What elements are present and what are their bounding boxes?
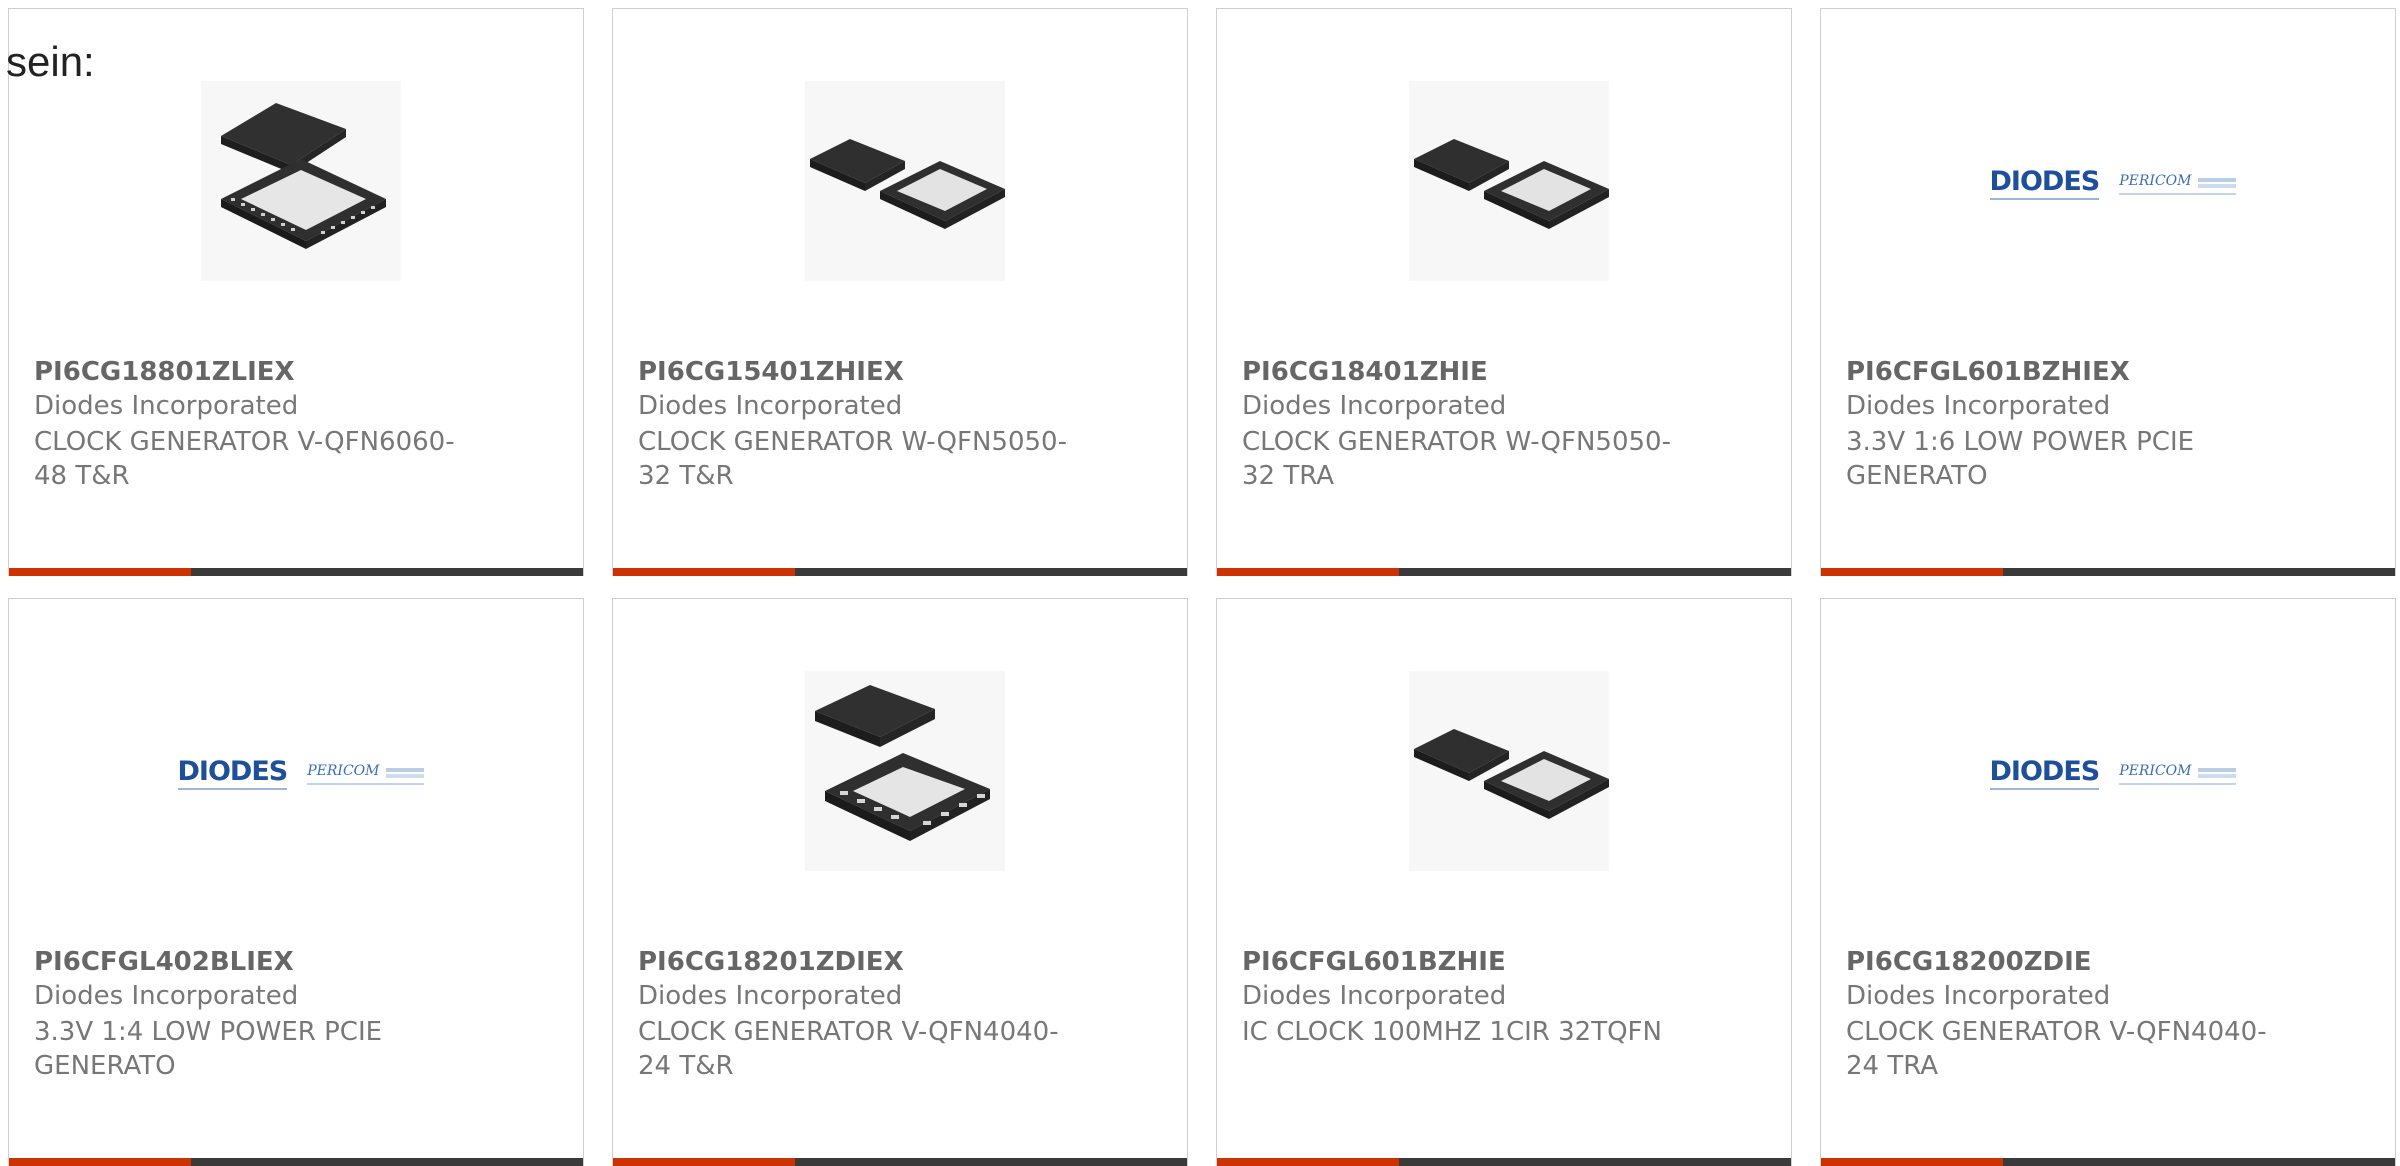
diodes-pericom-logo-icon: DIODES PERICOM (1989, 755, 2237, 790)
part-number[interactable]: PI6CFGL601BZHIE (1242, 947, 1506, 977)
card-bar-accent (9, 568, 191, 576)
card-bar-accent (1217, 568, 1399, 576)
logo-diodes: DIODES (1989, 755, 2100, 790)
part-number[interactable]: PI6CG18801ZLIEX (34, 357, 295, 387)
card-bar (613, 568, 1187, 576)
qfn-32-chip-icon (1414, 729, 1609, 819)
manufacturer: Diodes Incorporated (1242, 981, 1507, 1011)
product-image[interactable] (201, 81, 401, 281)
diodes-pericom-logo-icon: DIODES PERICOM (1989, 165, 2237, 200)
product-image[interactable] (1409, 81, 1609, 281)
manufacturer: Diodes Incorporated (1242, 391, 1507, 421)
card-bar (613, 1158, 1187, 1166)
manufacturer: Diodes Incorporated (1846, 391, 2111, 421)
product-image[interactable]: DIODES PERICOM (1989, 671, 2237, 871)
card-bar-accent (1217, 1158, 1399, 1166)
card-bar-accent (613, 1158, 795, 1166)
qfn-32-chip-icon (1414, 139, 1609, 229)
manufacturer: Diodes Incorporated (1846, 981, 2111, 1011)
product-image[interactable] (805, 81, 1005, 281)
qfn-48-chip-icon (221, 103, 386, 249)
description: CLOCK GENERATOR V-QFN4040-24 T&R (638, 1017, 1059, 1081)
manufacturer: Diodes Incorporated (638, 981, 903, 1011)
card-bar-accent (613, 568, 795, 576)
product-card[interactable]: DIODES PERICOM PI6CFGL402BLIEX Diodes In… (8, 598, 584, 1166)
card-bar (1821, 1158, 2395, 1166)
qfn-32-chip-icon (810, 139, 1005, 229)
part-number[interactable]: PI6CG18201ZDIEX (638, 947, 904, 977)
description: CLOCK GENERATOR V-QFN4040-24 TRA (1846, 1017, 2267, 1081)
product-card[interactable]: PI6CG18801ZLIEX Diodes Incorporated CLOC… (8, 8, 584, 576)
logo-pericom: PERICOM (2119, 763, 2237, 785)
product-card[interactable]: DIODES PERICOM PI6CG18200ZDIE Diodes Inc… (1820, 598, 2396, 1166)
product-card[interactable]: PI6CFGL601BZHIE Diodes Incorporated IC C… (1216, 598, 1792, 1166)
card-bar-accent (9, 1158, 191, 1166)
manufacturer: Diodes Incorporated (638, 391, 903, 421)
diodes-pericom-logo-icon: DIODES PERICOM (177, 755, 425, 790)
logo-diodes: DIODES (177, 755, 288, 790)
product-image[interactable]: DIODES PERICOM (1989, 81, 2237, 281)
product-card[interactable]: PI6CG18401ZHIE Diodes Incorporated CLOCK… (1216, 8, 1792, 576)
qfn-24-chip-icon (815, 685, 990, 841)
part-number[interactable]: PI6CG18200ZDIE (1846, 947, 2092, 977)
logo-pericom: PERICOM (307, 763, 425, 785)
part-number[interactable]: PI6CFGL402BLIEX (34, 947, 294, 977)
manufacturer: Diodes Incorporated (34, 391, 299, 421)
manufacturer: Diodes Incorporated (34, 981, 299, 1011)
part-number[interactable]: PI6CG18401ZHIE (1242, 357, 1488, 387)
description: 3.3V 1:4 LOW POWER PCIE GENERATO (34, 1017, 383, 1081)
description: 3.3V 1:6 LOW POWER PCIE GENERATO (1846, 427, 2195, 491)
description: IC CLOCK 100MHZ 1CIR 32TQFN (1242, 1017, 1662, 1047)
description: CLOCK GENERATOR W-QFN5050-32 TRA (1242, 427, 1671, 491)
card-bar-accent (1821, 1158, 2003, 1166)
card-bar (9, 1158, 583, 1166)
card-bar (1217, 568, 1791, 576)
product-grid: PI6CG18801ZLIEX Diodes Incorporated CLOC… (0, 0, 2400, 1166)
product-image[interactable] (805, 671, 1005, 871)
product-image[interactable]: DIODES PERICOM (177, 671, 425, 871)
part-number[interactable]: PI6CFGL601BZHIEX (1846, 357, 2130, 387)
description: CLOCK GENERATOR V-QFN6060-48 T&R (34, 427, 455, 491)
product-card[interactable]: PI6CG15401ZHIEX Diodes Incorporated CLOC… (612, 8, 1188, 576)
product-image[interactable] (1409, 671, 1609, 871)
product-card[interactable]: DIODES PERICOM PI6CFGL601BZHIEX Diodes I… (1820, 8, 2396, 576)
part-number[interactable]: PI6CG15401ZHIEX (638, 357, 904, 387)
logo-diodes: DIODES (1989, 165, 2100, 200)
product-card[interactable]: PI6CG18201ZDIEX Diodes Incorporated CLOC… (612, 598, 1188, 1166)
card-bar (1821, 568, 2395, 576)
intro-text: sein: (6, 38, 95, 85)
card-bar-accent (1821, 568, 2003, 576)
card-bar (1217, 1158, 1791, 1166)
description: CLOCK GENERATOR W-QFN5050-32 T&R (638, 427, 1067, 491)
logo-pericom: PERICOM (2119, 173, 2237, 195)
card-bar (9, 568, 583, 576)
